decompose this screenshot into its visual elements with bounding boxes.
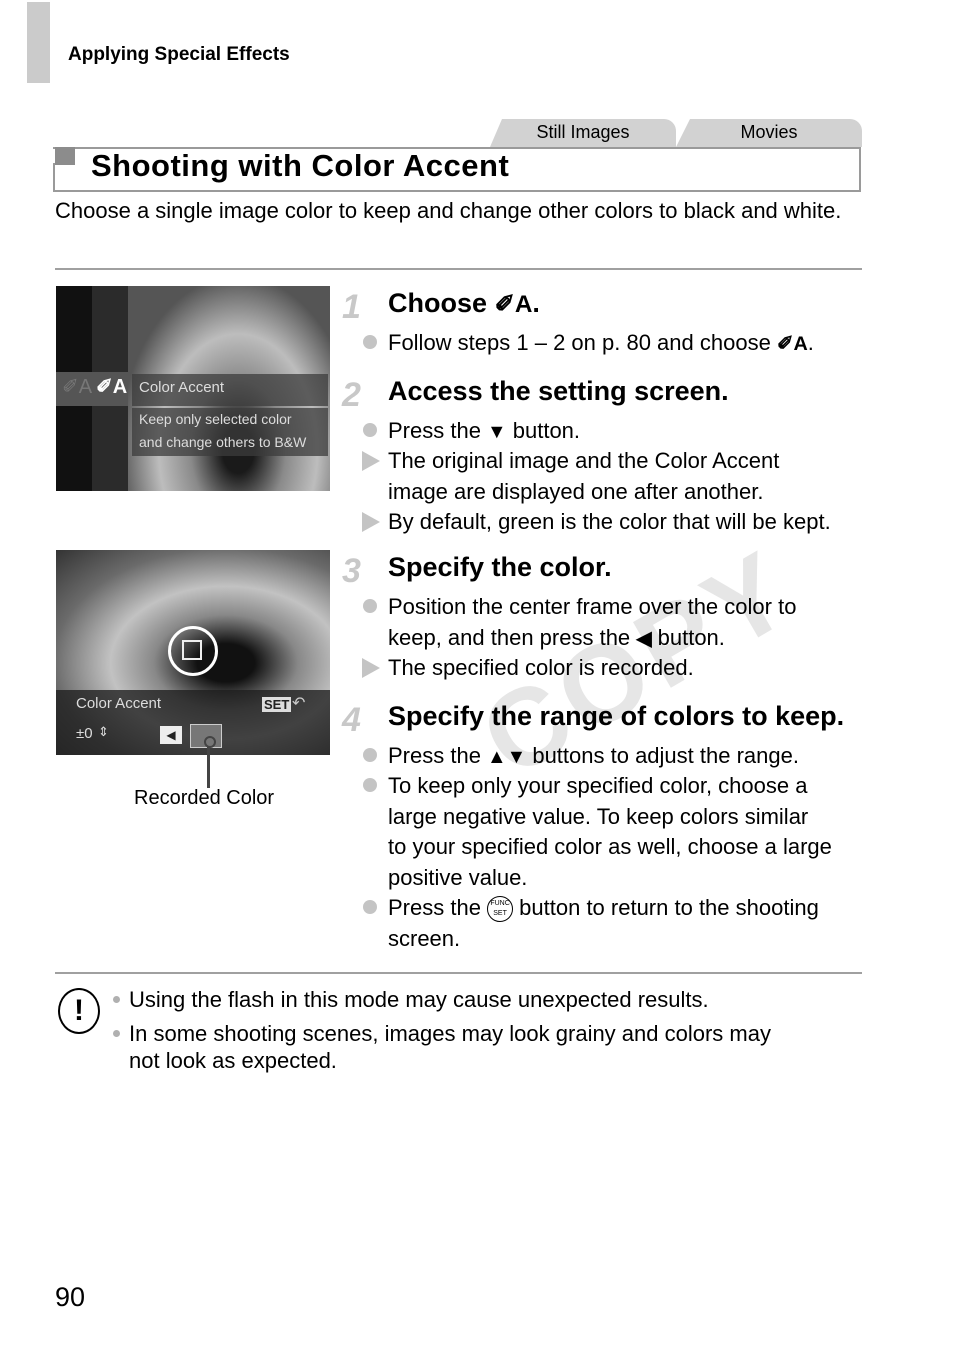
note-2-cont: not look as expected. [129, 1048, 337, 1073]
line-text: . [807, 330, 814, 355]
step-title-2: Access the setting screen. [388, 376, 729, 406]
tab-movies: Movies [676, 119, 862, 147]
step-title-text: Choose [388, 288, 495, 318]
line-text: Press the [388, 743, 488, 768]
step-title-3: Specify the color. [388, 552, 612, 582]
bullet-dot-icon [363, 423, 377, 437]
func-set-button-icon: FUNC SET [487, 896, 514, 923]
step-4-line-4: to your specified color as well, choose … [388, 834, 832, 859]
color-accent-icon: ✐A [776, 333, 808, 355]
section-heading: Applying Special Effects [68, 44, 290, 65]
callout-line [207, 746, 210, 788]
callout-dot [204, 736, 216, 748]
line-text: button. [506, 418, 581, 443]
line-text: button. [651, 625, 725, 650]
note-bullet-icon [113, 1030, 120, 1037]
camera-screen-color-pick: Color Accent SET ↶ ±0 ⇕ ◀ [56, 550, 330, 755]
step-4-line-5: positive value. [388, 865, 528, 890]
camera-screen-menu: ✐A ✐A Color Accent Keep only selected co… [56, 286, 330, 491]
divider [55, 268, 862, 270]
color-accent-icon: ✐A [96, 376, 128, 398]
result-arrow-icon [362, 451, 380, 471]
step-title-1: Choose ✐A. [388, 288, 540, 319]
section-tab-marker [27, 2, 50, 83]
divider [55, 972, 862, 974]
line-text: buttons to adjust the range. [526, 743, 799, 768]
color-accent-icon-dim: ✐A [62, 376, 93, 398]
up-down-icon: ⇕ [98, 724, 109, 739]
bullet-dot-icon [363, 900, 377, 914]
bullet-dot-icon [363, 778, 377, 792]
tab-still-images: Still Images [490, 119, 676, 147]
step-2-line-3: image are displayed one after another. [388, 479, 764, 504]
note-1: Using the flash in this mode may cause u… [129, 987, 709, 1012]
page-title: Shooting with Color Accent [91, 148, 510, 183]
menu-desc-2: and change others to B&W [139, 434, 307, 450]
step-4-line-3: large negative value. To keep colors sim… [388, 804, 809, 829]
step-2-line-2: The original image and the Color Accent [388, 448, 780, 473]
step-number-3: 3 [342, 552, 361, 590]
down-arrow-icon: ▼ [487, 421, 507, 443]
line-text: Follow steps 1 – 2 on p. 80 and choose [388, 330, 777, 355]
step-2-line-4: By default, green is the color that will… [388, 509, 831, 534]
step-number-4: 4 [342, 701, 361, 739]
step-4-line-6: Press the FUNC SET button to return to th… [388, 893, 868, 923]
bullet-dot-icon [363, 599, 377, 613]
color-accent-label: Color Accent [76, 695, 162, 712]
step-number-2: 2 [342, 376, 361, 414]
step-title-4: Specify the range of colors to keep. [388, 701, 845, 731]
left-arrow-button-icon: ◀ [160, 726, 182, 744]
bullet-dot-icon [363, 748, 377, 762]
step-4-line-2: To keep only your specified color, choos… [388, 773, 808, 798]
step-3-line-3: The specified color is recorded. [388, 655, 694, 680]
range-value: ±0 [76, 725, 93, 742]
menu-title: Color Accent [139, 379, 225, 396]
note-2: In some shooting scenes, images may look… [129, 1021, 771, 1046]
step-title-suffix: . [532, 288, 540, 318]
note-bullet-icon [113, 996, 120, 1003]
page-number: 90 [55, 1282, 86, 1312]
intro-text: Choose a single image color to keep and … [55, 198, 842, 223]
line-text: button to return to the shooting [513, 895, 819, 920]
set-badge: SET [262, 697, 292, 712]
step-2-line-1: Press the ▼ button. [388, 416, 868, 447]
title-square-icon [55, 147, 75, 165]
result-arrow-icon [362, 658, 380, 678]
line-text: Press the [388, 895, 488, 920]
step-3-line-1: Position the center frame over the color… [388, 594, 797, 619]
line-text: Press the [388, 418, 488, 443]
result-arrow-icon [362, 512, 380, 532]
caution-icon: ! [58, 988, 100, 1034]
recorded-color-caption: Recorded Color [134, 787, 275, 809]
center-frame-square [182, 640, 202, 660]
color-accent-icon: ✐A [494, 291, 533, 318]
menu-desc-1: Keep only selected color [139, 411, 292, 427]
step-3-line-2: keep, and then press the ◀ button. [388, 623, 868, 654]
bullet-dot-icon [363, 335, 377, 349]
step-4-line-7: screen. [388, 926, 461, 951]
up-down-arrows-icon: ▲▼ [487, 746, 527, 768]
step-1-line-1: Follow steps 1 – 2 on p. 80 and choose ✐… [388, 328, 868, 359]
step-number-1: 1 [342, 288, 361, 326]
line-text: keep, and then press the [388, 625, 637, 650]
step-4-line-1: Press the ▲▼ buttons to adjust the range… [388, 741, 868, 772]
return-icon: ↶ [292, 695, 306, 712]
left-arrow-icon: ◀ [636, 628, 652, 650]
